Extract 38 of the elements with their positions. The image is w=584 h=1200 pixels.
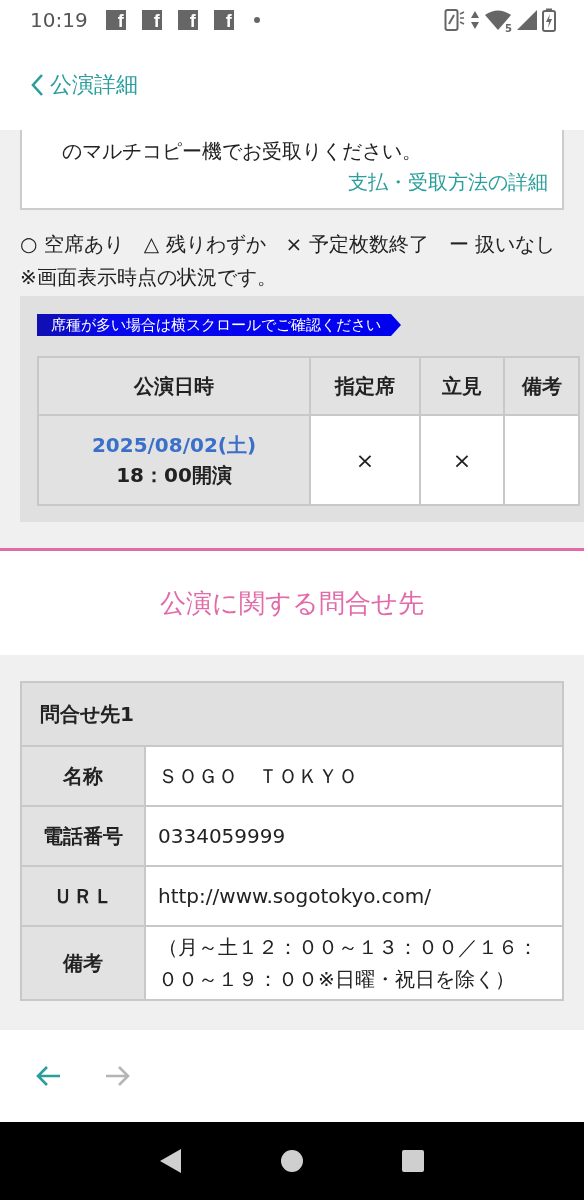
field-value: （月～土１２：００～１３：００／１６：００～１９：００※日曜・祝日を除く）	[145, 926, 563, 1000]
column-header: 指定席	[310, 357, 420, 415]
field-value: http://www.sogotokyo.com/	[145, 866, 563, 926]
column-header: 公演日時	[38, 357, 310, 415]
column-header: 備考	[504, 357, 579, 415]
back-triangle-icon	[158, 1148, 183, 1174]
signal-icon	[516, 9, 538, 31]
field-value: ＳＯＧＯ ＴＯＫＹＯ	[145, 746, 563, 806]
field-label: 備考	[21, 926, 145, 1000]
notification-icon: f	[177, 10, 198, 30]
wifi-icon	[484, 9, 512, 31]
clock-time: 10:19	[30, 8, 88, 32]
notification-icon: f	[213, 10, 234, 30]
more-notifications-icon	[253, 17, 260, 23]
availability-legend: ○ 空席あり △ 残りわずか × 予定枚数終了 ー 扱いなし ※画面表示時点の状況です。	[20, 228, 564, 294]
notification-icon: f	[141, 10, 162, 30]
field-label: 電話番号	[21, 806, 145, 866]
payment-details-link[interactable]: 支払・受取方法の詳細	[348, 166, 548, 198]
recents-square-icon	[401, 1149, 426, 1173]
scroll-hint-banner: 席種が多い場合は横スクロールでご確認ください	[37, 314, 401, 336]
field-value: 0334059999	[145, 806, 563, 866]
battery-charging-icon	[542, 8, 556, 32]
section-title: 公演に関する問合せ先	[159, 587, 425, 620]
table-cell: ×	[310, 415, 420, 505]
contact-heading: 問合せ先1	[21, 682, 563, 746]
chevron-left-icon	[30, 73, 44, 97]
field-label: 名称	[21, 746, 145, 806]
back-link[interactable]: 公演詳細	[30, 70, 138, 100]
notification-icon: f	[105, 10, 126, 30]
field-label: ＵＲＬ	[21, 866, 145, 926]
table-cell: ×	[420, 415, 504, 505]
wifi-badge: 5	[505, 24, 512, 34]
date-link[interactable]: 2025/08/02(土)	[40, 430, 308, 460]
home-circle-icon	[280, 1149, 304, 1173]
vibrate-icon	[444, 8, 466, 32]
start-time: 18：00開演	[115, 462, 233, 489]
pickup-text: のマルチコピー機でお受取りください。	[62, 138, 423, 165]
column-header: 立見	[420, 357, 504, 415]
